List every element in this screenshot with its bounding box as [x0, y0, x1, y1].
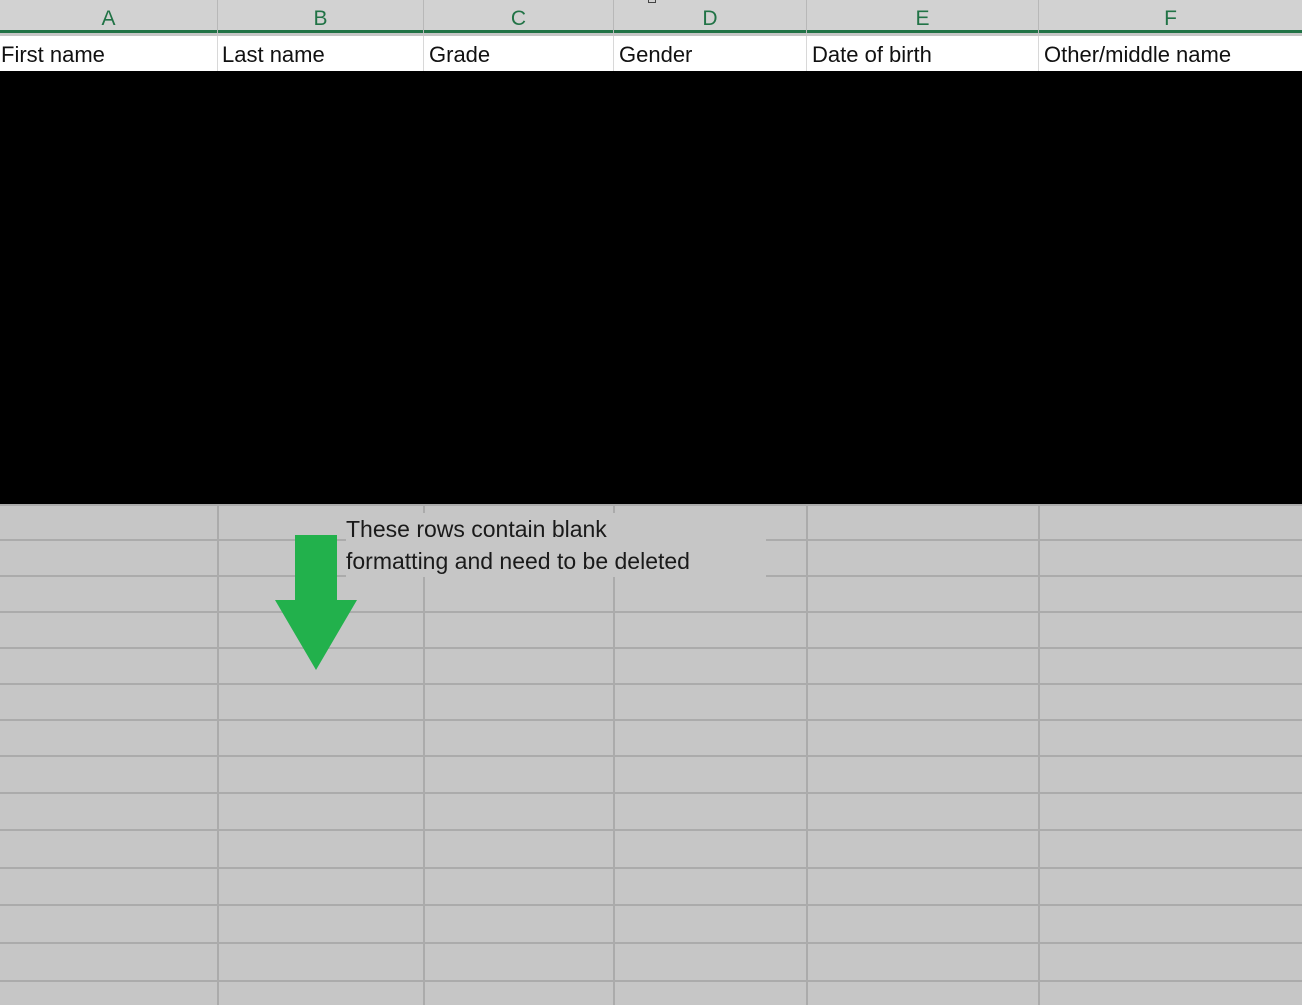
- row-divider: [0, 942, 1302, 944]
- column-header-d[interactable]: D: [614, 0, 807, 33]
- redacted-data-block: [0, 71, 1302, 504]
- annotation-line-1: These rows contain blank: [346, 516, 607, 542]
- row-divider: [0, 755, 1302, 757]
- row-divider: [0, 683, 1302, 685]
- cell-other-middle-name[interactable]: Other/middle name: [1039, 36, 1302, 71]
- cell-gender[interactable]: Gender: [614, 36, 807, 71]
- column-header-f[interactable]: F: [1039, 0, 1302, 33]
- row-divider: [0, 504, 1302, 506]
- annotation-note: These rows contain blank formatting and …: [346, 513, 766, 577]
- column-header-e[interactable]: E: [807, 0, 1039, 33]
- row-divider: [0, 980, 1302, 982]
- row-divider: [0, 647, 1302, 649]
- header-row: First name Last name Grade Gender Date o…: [0, 36, 1302, 71]
- row-divider: [0, 904, 1302, 906]
- cell-last-name[interactable]: Last name: [218, 36, 424, 71]
- cell-date-of-birth[interactable]: Date of birth: [807, 36, 1039, 71]
- arrow-down-icon: [275, 535, 357, 670]
- cell-grade[interactable]: Grade: [424, 36, 614, 71]
- column-header-a[interactable]: A: [0, 0, 218, 33]
- row-divider: [0, 719, 1302, 721]
- resize-handle-marker: [648, 0, 656, 3]
- row-divider: [0, 611, 1302, 613]
- column-header-c[interactable]: C: [424, 0, 614, 33]
- cell-first-name[interactable]: First name: [0, 36, 218, 71]
- row-divider: [0, 829, 1302, 831]
- blank-formatted-rows[interactable]: [0, 504, 1302, 1005]
- column-header-bar: A B C D E F: [0, 0, 1302, 33]
- column-header-b[interactable]: B: [218, 0, 424, 33]
- row-divider: [0, 867, 1302, 869]
- row-divider: [0, 792, 1302, 794]
- annotation-line-2: formatting and need to be deleted: [346, 548, 690, 574]
